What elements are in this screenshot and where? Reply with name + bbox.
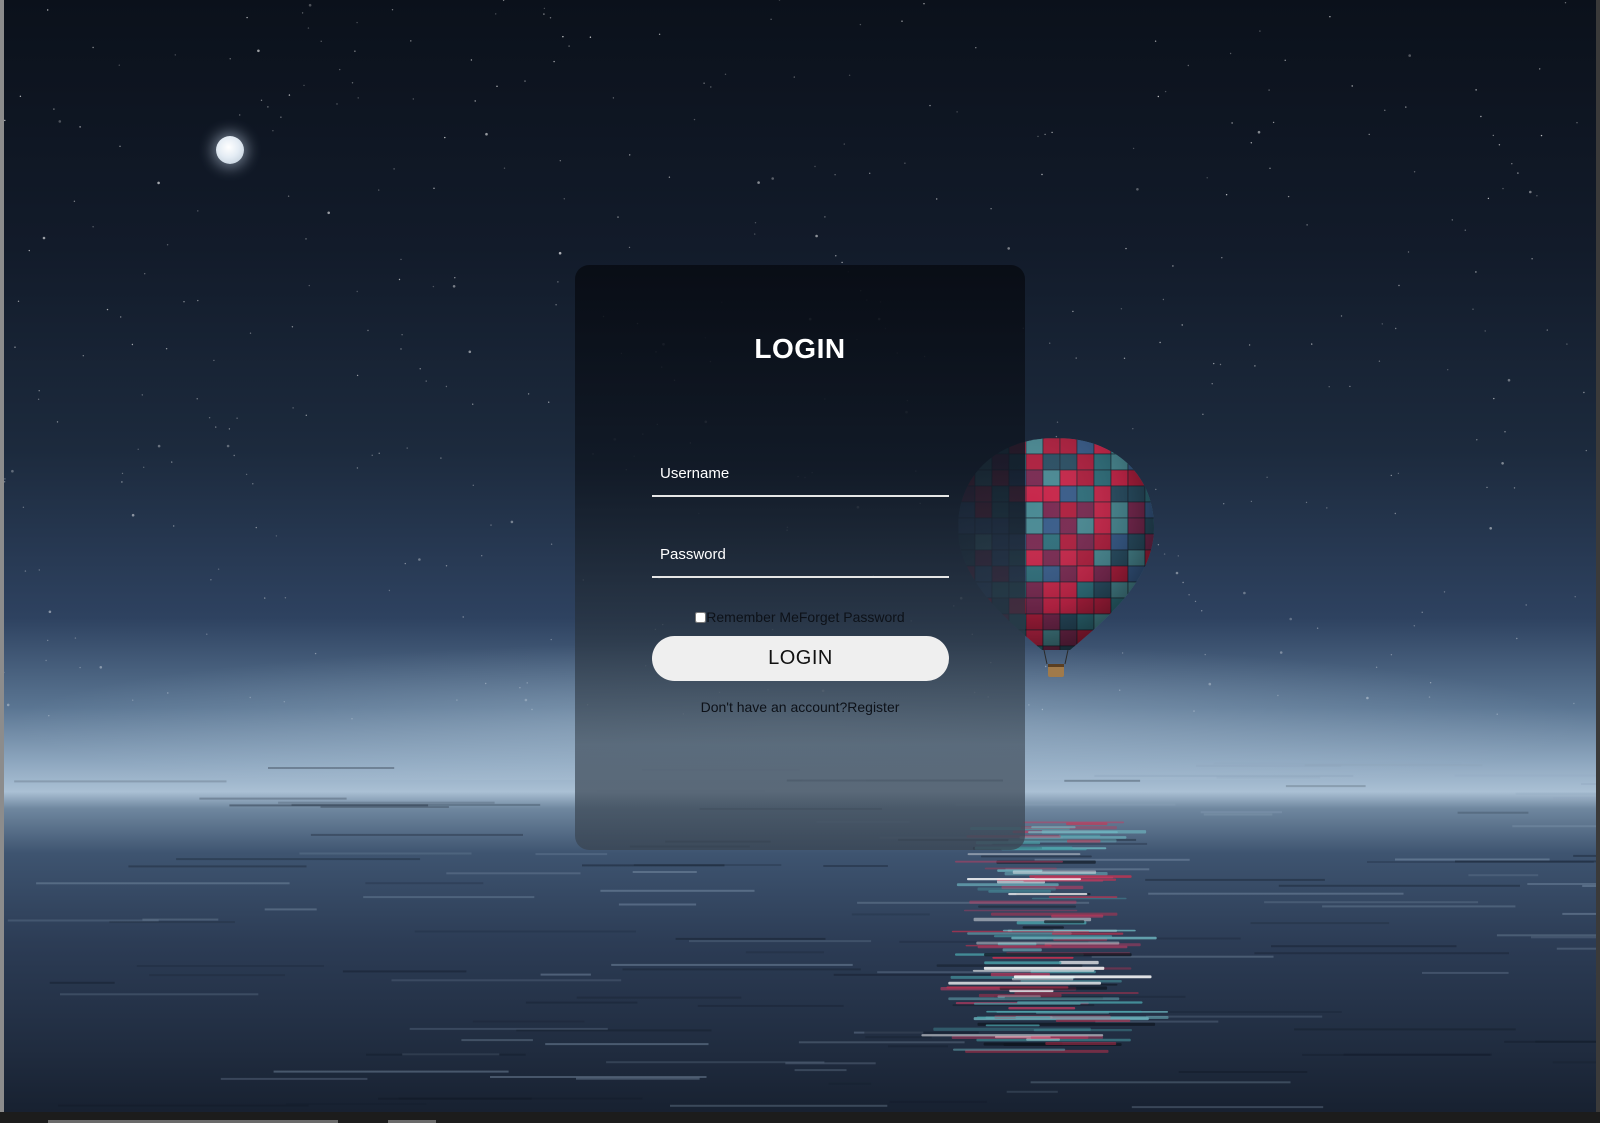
remember-me-checkbox[interactable] [695, 612, 707, 623]
forgot-password-link[interactable]: Forget Password [799, 609, 905, 625]
window-border-right [1596, 0, 1600, 1123]
register-link[interactable]: Register [847, 699, 899, 715]
window-border-left [0, 0, 4, 1123]
username-field [652, 451, 949, 497]
login-title: LOGIN [754, 333, 846, 364]
remember-me-label[interactable]: Remember Me [706, 609, 799, 625]
password-input[interactable] [652, 532, 949, 576]
login-options: Remember MeForget Password [575, 609, 1025, 625]
username-input[interactable] [652, 451, 949, 495]
register-prompt-text: Don't have an account? [700, 699, 848, 715]
login-button[interactable]: LOGIN [652, 636, 949, 681]
balloon-reflection [921, 821, 1169, 1053]
password-field [652, 532, 949, 578]
register-prompt: Don't have an account?Register [575, 699, 1025, 715]
login-card: LOGIN Remember MeForget Password LOGIN D… [575, 265, 1025, 850]
moon-image [216, 136, 244, 164]
